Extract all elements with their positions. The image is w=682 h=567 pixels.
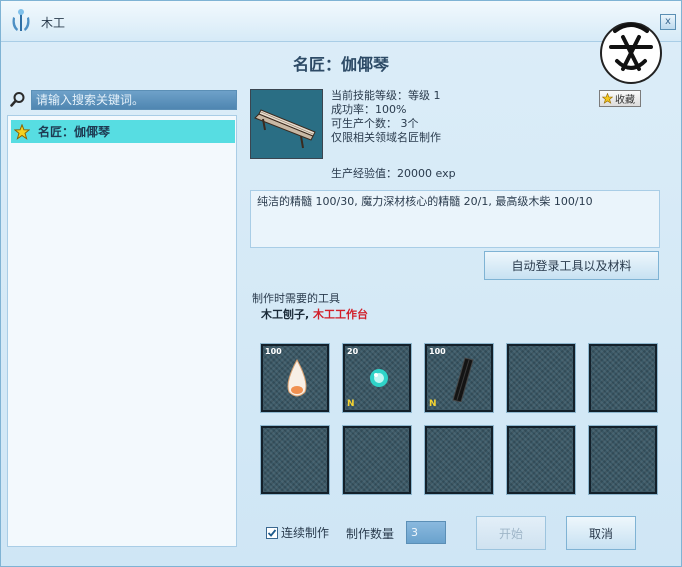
spirit-essence-icon <box>287 358 307 397</box>
material-slot-7[interactable] <box>342 425 412 495</box>
checkmark-icon <box>267 528 277 537</box>
slot-count: 100 <box>265 347 282 356</box>
production-exp: 生产经验值：20000 exp <box>331 167 456 180</box>
start-button[interactable]: 开始 <box>476 516 546 550</box>
cancel-button[interactable]: 取消 <box>566 516 636 550</box>
luoqi-logo <box>600 22 662 84</box>
material-slot-4[interactable] <box>506 343 576 413</box>
favorite-label: 收藏 <box>615 95 635 106</box>
material-slot-10[interactable] <box>588 425 658 495</box>
material-slot-2[interactable]: 20 N <box>342 343 412 413</box>
list-item[interactable]: 名匠：伽倻琴 <box>11 120 235 143</box>
window-title: 木工 <box>41 16 66 30</box>
required-tools: 木工刨子, 木工工作台 <box>261 306 368 322</box>
slot-count: 20 <box>347 347 359 356</box>
quantity-input[interactable] <box>406 521 446 544</box>
producible-count: 可生产个数： 3个 <box>331 117 419 130</box>
tool-carpentry-plane: 木工刨子, <box>261 308 310 321</box>
search-icon <box>10 92 25 107</box>
tools-label: 制作时需要的工具 <box>252 292 340 305</box>
continuous-craft-toggle[interactable]: 连续制作 <box>266 524 329 541</box>
restriction-note: 仅限相关领域名匠制作 <box>331 131 441 144</box>
woodwork-skill-icon <box>12 9 30 31</box>
firewood-icon <box>452 357 474 402</box>
material-slot-1[interactable]: 100 <box>260 343 330 413</box>
favorite-button[interactable]: 收藏 <box>599 90 641 107</box>
recipe-list[interactable]: 名匠：伽倻琴 <box>7 115 237 547</box>
list-item-label: 名匠：伽倻琴 <box>38 125 111 139</box>
quantity-label: 制作数量 <box>346 527 395 541</box>
crafting-window: 木工 x 名匠：伽倻琴 收藏 名匠：伽倻琴 当前技能等级：等级 1 成功率：10… <box>0 0 682 567</box>
star-icon <box>14 123 30 140</box>
star-icon <box>602 93 613 104</box>
tool-workbench: 木工工作台 <box>313 308 369 321</box>
slot-badge: N <box>429 399 437 409</box>
continuous-checkbox[interactable] <box>266 526 278 539</box>
slot-count: 100 <box>429 347 446 356</box>
skill-level: 当前技能等级：等级 1 <box>331 89 441 102</box>
recipe-title: 名匠：伽倻琴 <box>292 55 389 74</box>
success-rate: 成功率：100% <box>331 103 407 116</box>
magic-core-essence-icon <box>370 369 388 387</box>
search-input[interactable] <box>31 90 237 110</box>
item-image <box>250 89 323 159</box>
material-slot-3[interactable]: 100 N <box>424 343 494 413</box>
materials-box: 纯洁的精髓 100/30, 魔力深材核心的精髓 20/1, 最高级木柴 100/… <box>250 190 660 248</box>
material-slot-8[interactable] <box>424 425 494 495</box>
auto-register-button[interactable]: 自动登录工具以及材料 <box>484 251 659 280</box>
material-slot-5[interactable] <box>588 343 658 413</box>
material-slot-9[interactable] <box>506 425 576 495</box>
material-slot-6[interactable] <box>260 425 330 495</box>
title-bar[interactable]: 木工 x <box>1 1 681 42</box>
item-info: 当前技能等级：等级 1 成功率：100% 可生产个数： 3个 仅限相关领域名匠制… <box>331 89 441 145</box>
gayageum-icon <box>254 109 316 149</box>
continuous-label: 连续制作 <box>281 526 330 540</box>
slot-badge: N <box>347 399 355 409</box>
